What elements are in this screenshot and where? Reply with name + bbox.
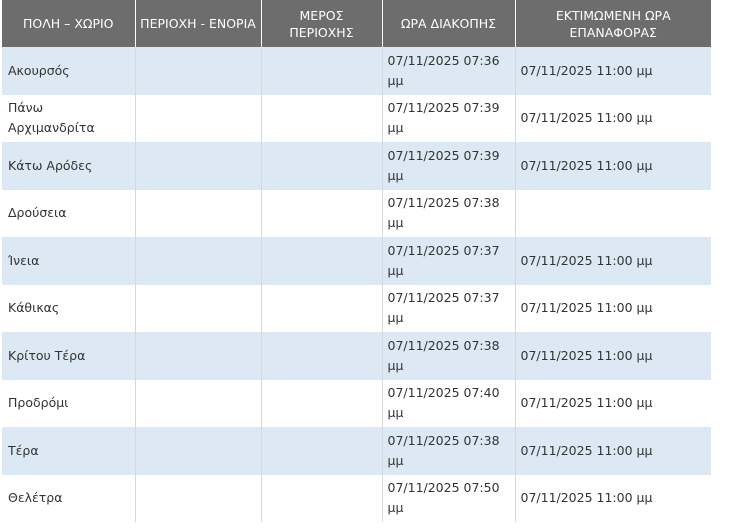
header-outage-time: ΩΡΑ ΔΙΑΚΟΠΗΣ — [381, 0, 515, 47]
town-cell: Προδρόμι — [2, 379, 135, 427]
area-cell — [134, 284, 261, 332]
area-cell — [134, 189, 261, 237]
area-cell — [134, 332, 261, 380]
table-row: Προδρόμι 07/11/2025 07:40 μμ 07/11/2025 11… — [2, 379, 711, 427]
table-row: Κάτω Αρόδες 07/11/2025 07:39 μμ 07/11/2025… — [2, 142, 711, 190]
restore-time-cell: 07/11/2025 11:00 μμ — [514, 237, 711, 285]
area-cell — [134, 427, 261, 475]
outage-time-cell: 07/11/2025 07:37 μμ — [381, 284, 515, 332]
restore-time-cell: 07/11/2025 11:00 μμ — [514, 142, 711, 190]
area-part-cell — [260, 47, 382, 95]
restore-time-cell: 07/11/2025 11:00 μμ — [514, 94, 711, 142]
outage-time-cell: 07/11/2025 07:38 μμ — [381, 427, 515, 475]
town-cell: Ακουρσός — [2, 47, 135, 95]
area-cell — [134, 94, 261, 142]
table-row: Πάνω Αρχιμανδρίτα 07/11/2025 07:39 μμ 07/1… — [2, 94, 711, 142]
area-cell — [134, 142, 261, 190]
outages-table: ΠΟΛΗ – ΧΩΡΙΟ ΠΕΡΙΟΧΗ - ΕΝΟΡΙΑ ΜΕΡΟΣ ΠΕΡΙ… — [2, 0, 711, 522]
header-restore-time: ΕΚΤΙΜΩΜΕΝΗ ΩΡΑ ΕΠΑΝΑΦΟΡΑΣ — [514, 0, 711, 47]
area-part-cell — [260, 237, 382, 285]
outage-time-cell: 07/11/2025 07:37 μμ — [381, 237, 515, 285]
town-cell: Δρούσεια — [2, 189, 135, 237]
table-row: Κάθικας 07/11/2025 07:37 μμ 07/11/2025 11:… — [2, 284, 711, 332]
restore-time-cell: 07/11/2025 11:00 μμ — [514, 284, 711, 332]
area-part-cell — [260, 427, 382, 475]
outage-time-cell: 07/11/2025 07:39 μμ — [381, 142, 515, 190]
header-row: ΠΟΛΗ – ΧΩΡΙΟ ΠΕΡΙΟΧΗ - ΕΝΟΡΙΑ ΜΕΡΟΣ ΠΕΡΙ… — [2, 0, 711, 47]
restore-time-cell: 07/11/2025 11:00 μμ — [514, 474, 711, 522]
table-row: Θελέτρα 07/11/2025 07:50 μμ 07/11/2025 11:… — [2, 474, 711, 522]
town-cell: Κάθικας — [2, 284, 135, 332]
restore-time-cell: 07/11/2025 11:00 μμ — [514, 47, 711, 95]
area-cell — [134, 379, 261, 427]
table-header: ΠΟΛΗ – ΧΩΡΙΟ ΠΕΡΙΟΧΗ - ΕΝΟΡΙΑ ΜΕΡΟΣ ΠΕΡΙ… — [2, 0, 711, 47]
area-part-cell — [260, 284, 382, 332]
town-cell: Πάνω Αρχιμανδρίτα — [2, 94, 135, 142]
table-row: Ίνεια 07/11/2025 07:37 μμ 07/11/2025 11:00… — [2, 237, 711, 285]
header-town: ΠΟΛΗ – ΧΩΡΙΟ — [2, 0, 135, 47]
area-cell — [134, 47, 261, 95]
header-area-part: ΜΕΡΟΣ ΠΕΡΙΟΧΗΣ — [260, 0, 382, 47]
town-cell: Θελέτρα — [2, 474, 135, 522]
table-row: Κρίτου Τέρα 07/11/2025 07:38 μμ 07/11/2025… — [2, 332, 711, 380]
area-part-cell — [260, 142, 382, 190]
town-cell: Ίνεια — [2, 237, 135, 285]
outage-time-cell: 07/11/2025 07:36 μμ — [381, 47, 515, 95]
restore-time-cell: 07/11/2025 11:00 μμ — [514, 379, 711, 427]
restore-time-cell: 07/11/2025 11:00 μμ — [514, 332, 711, 380]
table-row: Ακουρσός 07/11/2025 07:36 μμ 07/11/2025 11… — [2, 47, 711, 95]
outage-time-cell: 07/11/2025 07:38 μμ — [381, 332, 515, 380]
outage-time-cell: 07/11/2025 07:39 μμ — [381, 94, 515, 142]
outage-time-cell: 07/11/2025 07:40 μμ — [381, 379, 515, 427]
outage-time-cell: 07/11/2025 07:38 μμ — [381, 189, 515, 237]
restore-time-cell — [514, 189, 711, 237]
town-cell: Κρίτου Τέρα — [2, 332, 135, 380]
outage-time-cell: 07/11/2025 07:50 μμ — [381, 474, 515, 522]
area-cell — [134, 474, 261, 522]
restore-time-cell: 07/11/2025 11:00 μμ — [514, 427, 711, 475]
area-part-cell — [260, 94, 382, 142]
area-part-cell — [260, 332, 382, 380]
area-part-cell — [260, 474, 382, 522]
table-row: Τέρα 07/11/2025 07:38 μμ 07/11/2025 11:00 … — [2, 427, 711, 475]
area-cell — [134, 237, 261, 285]
header-area: ΠΕΡΙΟΧΗ - ΕΝΟΡΙΑ — [134, 0, 261, 47]
area-part-cell — [260, 189, 382, 237]
town-cell: Κάτω Αρόδες — [2, 142, 135, 190]
table-body: Ακουρσός 07/11/2025 07:36 μμ 07/11/2025 11… — [2, 47, 711, 522]
table-row: Δρούσεια 07/11/2025 07:38 μμ — [2, 189, 711, 237]
area-part-cell — [260, 379, 382, 427]
town-cell: Τέρα — [2, 427, 135, 475]
